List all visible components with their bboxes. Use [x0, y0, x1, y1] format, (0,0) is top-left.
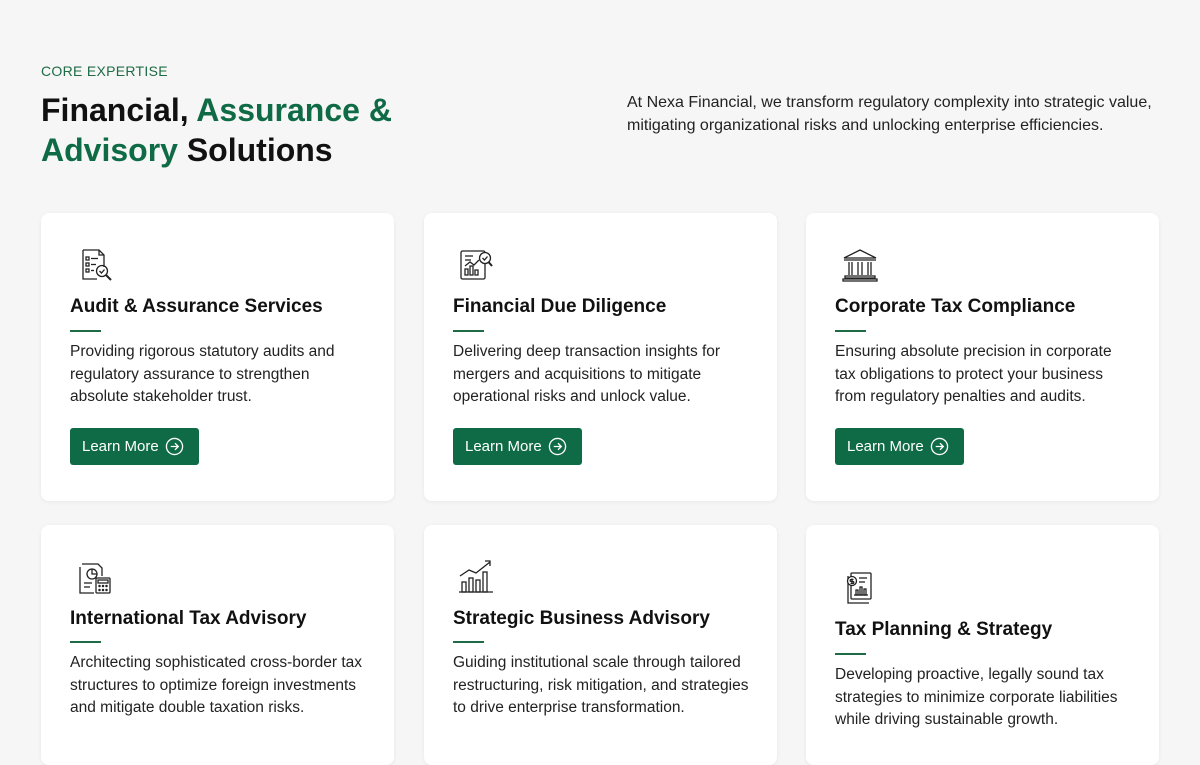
tax-report-icon — [841, 569, 879, 607]
service-card-international-tax: International Tax Advisory Architecting … — [41, 525, 394, 765]
learn-more-button[interactable]: Learn More — [70, 428, 199, 465]
card-description: Guiding institutional scale through tail… — [453, 654, 749, 716]
title-underline — [70, 641, 101, 643]
service-card-tax-planning: Tax Planning & Strategy Developing proac… — [806, 525, 1159, 765]
title-underline — [70, 330, 101, 332]
card-title: Audit & Assurance Services — [70, 296, 323, 317]
button-label: Learn More — [847, 438, 924, 455]
due-diligence-report-icon — [457, 246, 495, 284]
learn-more-button[interactable]: Learn More — [453, 428, 582, 465]
title-accent-1: Assurance & — [196, 92, 392, 128]
card-title: Tax Planning & Strategy — [835, 619, 1053, 640]
service-card-strategic-advisory: Strategic Business Advisory Guiding inst… — [424, 525, 777, 765]
section-title: Financial, Assurance & Advisory Solutions — [41, 90, 461, 170]
title-accent-2: Advisory — [41, 132, 178, 168]
bank-building-icon — [841, 246, 879, 284]
card-title: Strategic Business Advisory — [453, 608, 710, 629]
arrow-circle-icon — [548, 437, 567, 456]
title-underline — [453, 330, 484, 332]
card-description: Delivering deep transaction insights for… — [453, 343, 721, 405]
button-label: Learn More — [82, 438, 159, 455]
arrow-circle-icon — [930, 437, 949, 456]
card-title: Corporate Tax Compliance — [835, 296, 1076, 317]
card-description: Ensuring absolute precision in corporate… — [835, 343, 1112, 405]
card-title: Financial Due Diligence — [453, 296, 667, 317]
card-description: Architecting sophisticated cross-border … — [70, 654, 363, 716]
title-underline — [835, 653, 866, 655]
button-label: Learn More — [465, 438, 542, 455]
arrow-circle-icon — [165, 437, 184, 456]
section-eyebrow: CORE EXPERTISE — [41, 63, 168, 79]
service-card-audit: Audit & Assurance Services Providing rig… — [41, 213, 394, 501]
title-underline — [453, 641, 484, 643]
growth-chart-icon — [457, 557, 495, 595]
title-part-1: Financial, — [41, 92, 197, 128]
service-card-due-diligence: Financial Due Diligence Delivering deep … — [424, 213, 777, 501]
tax-calculator-icon — [76, 558, 114, 596]
title-part-2: Solutions — [177, 132, 333, 168]
section-intro: At Nexa Financial, we transform regulato… — [627, 94, 1152, 134]
card-description: Providing rigorous statutory audits and … — [70, 343, 335, 405]
title-underline — [835, 330, 866, 332]
card-title: International Tax Advisory — [70, 608, 307, 629]
learn-more-button[interactable]: Learn More — [835, 428, 964, 465]
service-card-tax-compliance: Corporate Tax Compliance Ensuring absolu… — [806, 213, 1159, 501]
audit-document-icon — [76, 246, 114, 284]
card-description: Developing proactive, legally sound tax … — [835, 666, 1118, 728]
